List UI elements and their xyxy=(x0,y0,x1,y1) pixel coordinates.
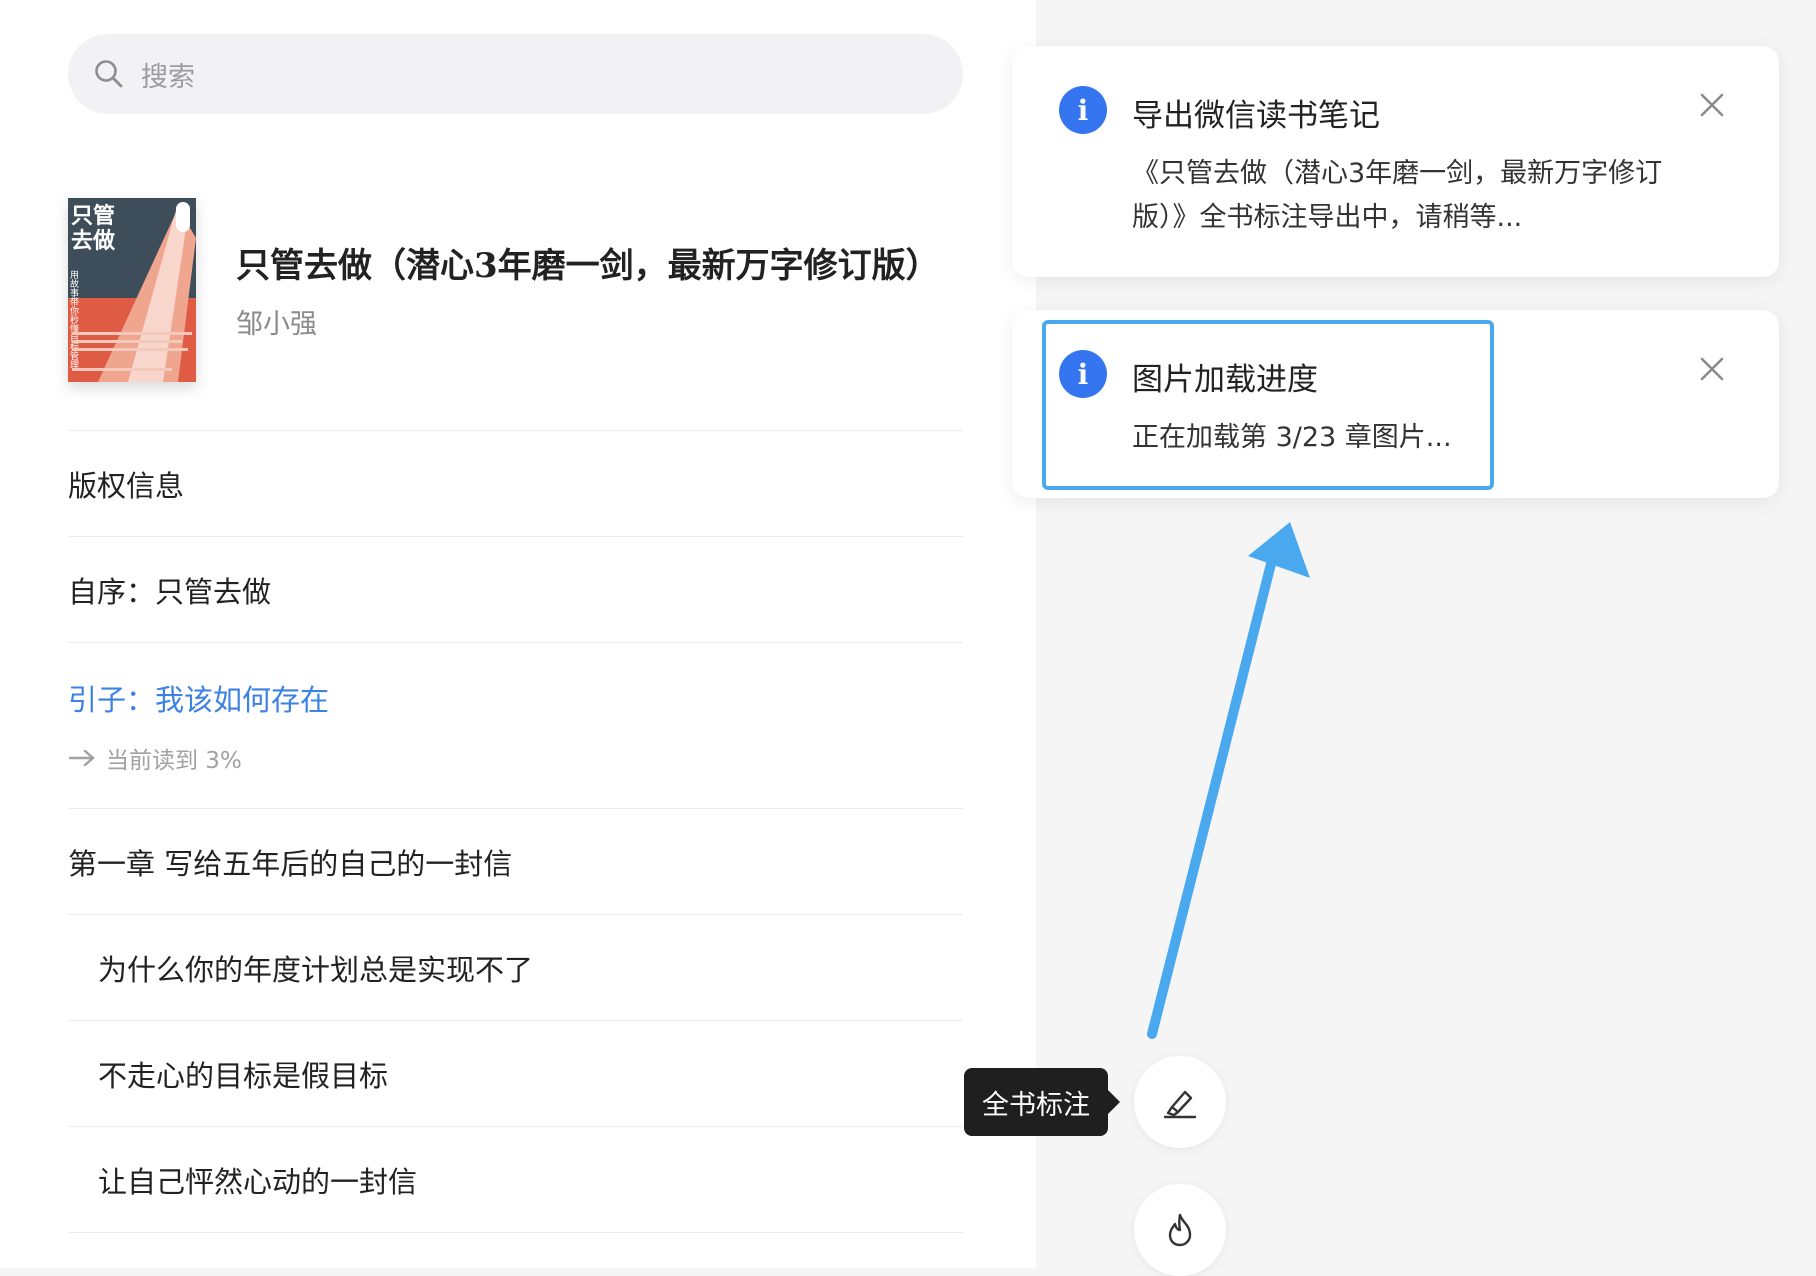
toast-title: 导出微信读书笔记 xyxy=(1132,98,1380,134)
toast-export-notes: i 导出微信读书笔记 《只管去做（潜心3年磨一剑，最新万字修订版）》全书标注导出… xyxy=(1012,46,1779,277)
cover-title-2: 去做 xyxy=(71,228,116,254)
reading-progress: 当前读到 3% xyxy=(68,741,242,775)
search-icon xyxy=(95,60,123,88)
close-icon[interactable] xyxy=(1697,354,1727,384)
toc-item[interactable]: 自序：只管去做 xyxy=(68,536,963,642)
book-author: 邹小强 xyxy=(236,309,317,340)
toc-item[interactable]: 为什么你的年度计划总是实现不了 xyxy=(68,914,963,1020)
toc-item[interactable]: 第一章 写给五年后的自己的一封信 xyxy=(68,808,963,914)
toast-message: 《只管去做（潜心3年磨一剑，最新万字修订版）》全书标注导出中，请稍等... xyxy=(1132,158,1663,233)
table-of-contents: 版权信息 自序：只管去做 引子：我该如何存在 当前读到 3% 第一章 写给五年后… xyxy=(68,430,963,1233)
info-icon: i xyxy=(1059,86,1107,134)
book-title[interactable]: 只管去做（潜心3年磨一剑，最新万字修订版） xyxy=(236,238,956,287)
book-cover[interactable]: 只管 去做 用故事带你秒懂目标管理 xyxy=(68,198,196,382)
toc-item[interactable]: 版权信息 xyxy=(68,430,963,536)
flame-icon xyxy=(1168,1213,1192,1247)
reader-toc-panel: 搜索 只管 去做 用故事带你秒懂目标管理 只管去做（潜心3年磨一剑，最新万字修订… xyxy=(0,0,1036,1268)
toc-divider xyxy=(68,1232,963,1233)
toc-item[interactable]: 让自己怦然心动的一封信 xyxy=(68,1126,963,1232)
hot-button[interactable] xyxy=(1134,1184,1226,1276)
arrow-right-icon xyxy=(68,749,95,766)
cover-title-1: 只管 xyxy=(71,203,115,229)
cover-side-text: 用故事带你秒懂目标管理 xyxy=(68,270,79,369)
highlighter-icon xyxy=(1163,1090,1197,1119)
current-chapter-title: 引子：我该如何存在 xyxy=(68,682,330,717)
toc-item-current[interactable]: 引子：我该如何存在 当前读到 3% xyxy=(68,642,963,808)
close-icon[interactable] xyxy=(1697,90,1727,120)
full-annotations-button[interactable] xyxy=(1134,1056,1226,1148)
search-placeholder: 搜索 xyxy=(141,61,195,93)
annotation-highlight-box xyxy=(1042,320,1494,490)
tooltip-full-annotations: 全书标注 xyxy=(964,1068,1120,1136)
search-bar[interactable]: 搜索 xyxy=(68,34,963,114)
toc-item[interactable]: 不走心的目标是假目标 xyxy=(68,1020,963,1126)
